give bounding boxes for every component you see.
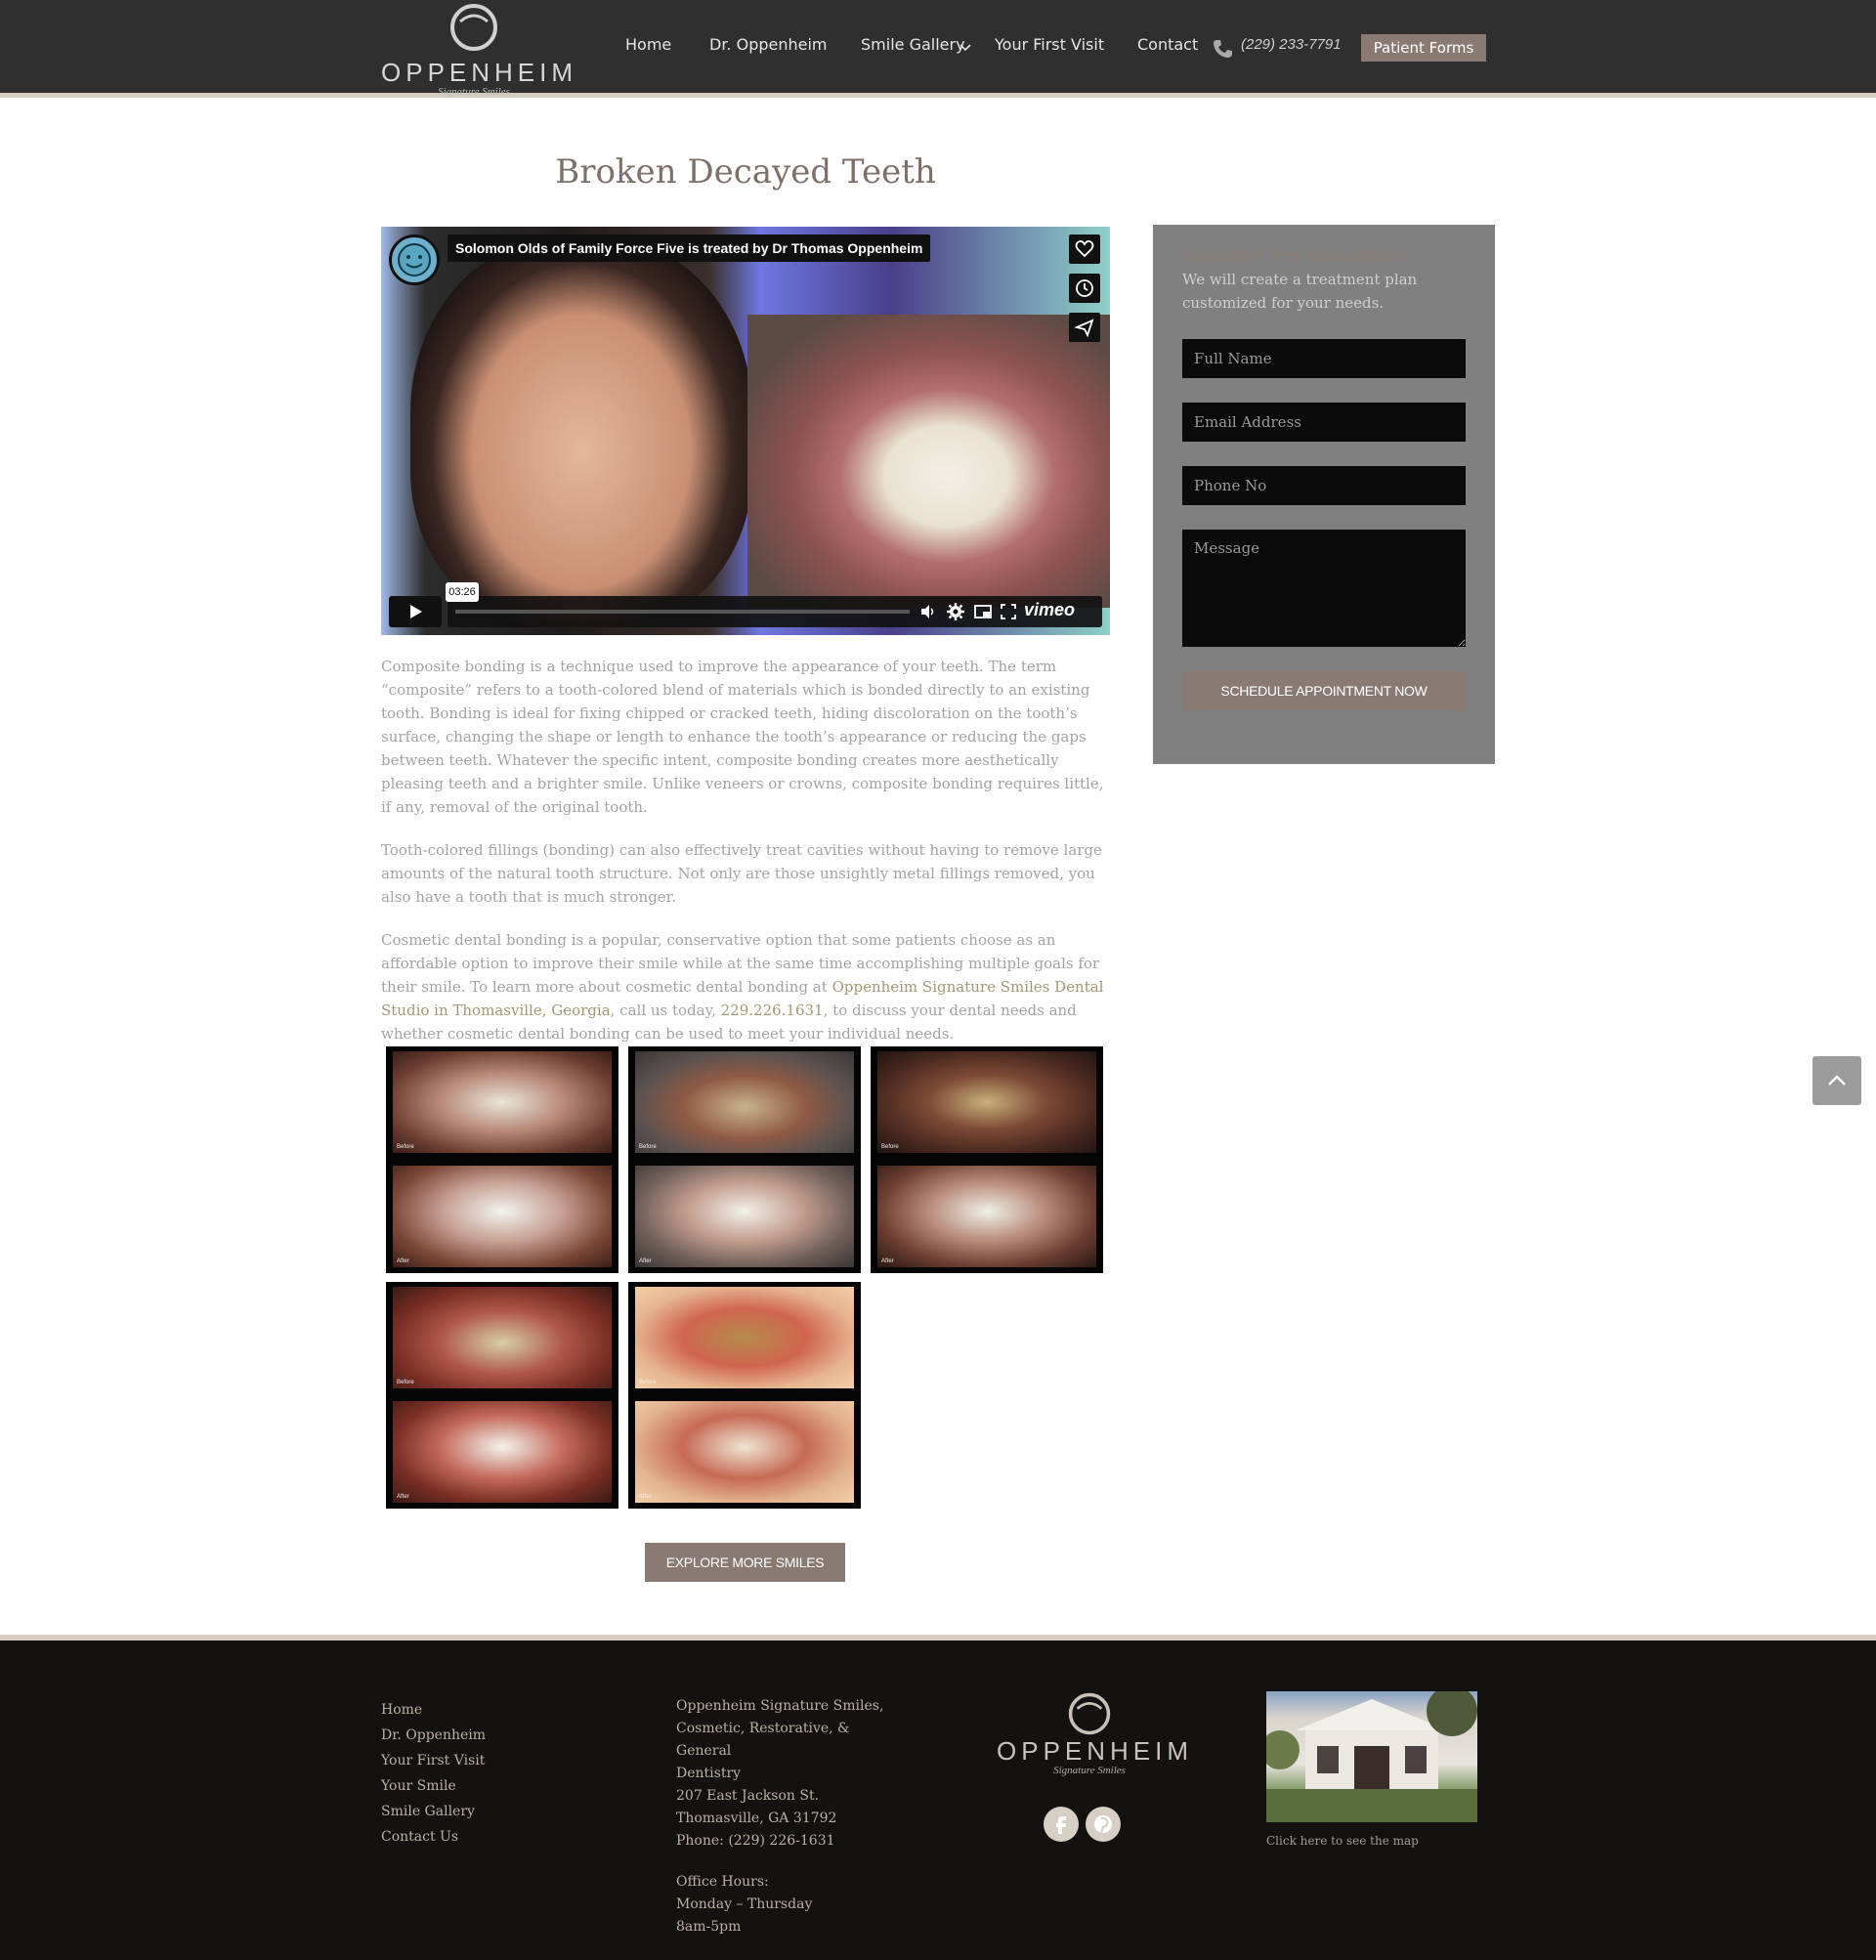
gallery-before: Before (877, 1051, 1096, 1153)
gallery-after: After (635, 1166, 854, 1267)
chevron-up-icon (1828, 1075, 1846, 1086)
footer-link-dr-oppenheim[interactable]: Dr. Oppenheim (381, 1723, 486, 1748)
logo-mark-icon (1068, 1692, 1111, 1735)
phone-field[interactable] (1182, 466, 1466, 505)
page-title: Broken Decayed Teeth (555, 152, 936, 192)
house-image (1260, 1685, 1477, 1822)
watch-later-clock-icon[interactable] (1069, 274, 1100, 303)
nav-dr-oppenheim[interactable]: Dr. Oppenheim (709, 35, 828, 54)
play-icon[interactable] (389, 596, 442, 627)
logo-name: OPPENHEIM (381, 58, 578, 87)
form-description: We will create a treatment plan customiz… (1182, 271, 1418, 312)
office-hours: Office Hours: (676, 1874, 769, 1890)
patient-forms-button[interactable]: Patient Forms (1361, 34, 1486, 62)
gallery-image-1[interactable]: Before After (386, 1046, 618, 1273)
video-title[interactable]: Solomon Olds of Family Force Five is tre… (448, 234, 931, 262)
pinterest-icon[interactable] (1086, 1807, 1121, 1842)
vimeo-logo[interactable]: vimeo (1024, 600, 1075, 620)
logo-tagline: Signature Smiles (438, 86, 510, 98)
footer-link-smile-gallery[interactable]: Smile Gallery (381, 1799, 486, 1824)
fullscreen-icon[interactable] (999, 602, 1018, 621)
gallery-after: After (877, 1166, 1096, 1267)
paragraph-cosmetic-bonding: Cosmetic dental bonding is a popular, co… (381, 931, 1104, 1043)
consultation-form: Schedule a Free Consultation We will cre… (1153, 225, 1495, 764)
progress-bar[interactable]: vimeo (448, 596, 1102, 627)
header-phone[interactable]: (229) 233-7791 (1241, 36, 1342, 53)
paragraph-tooth-colored-fillings: Tooth-colored fillings (bonding) can als… (381, 841, 1102, 906)
phone-icon (1214, 40, 1232, 58)
gallery-image-5[interactable]: Before After (628, 1282, 861, 1509)
gallery-before: Before (393, 1287, 612, 1388)
logo-name: OPPENHEIM (997, 1736, 1194, 1766)
form-title: Schedule a Free Consultation (1182, 246, 1403, 264)
like-heart-icon[interactable] (1069, 234, 1100, 264)
gallery-image-2[interactable]: Before After (628, 1046, 861, 1273)
footer-links: Home Dr. Oppenheim Your First Visit Your… (381, 1697, 486, 1850)
office-photo[interactable] (1260, 1685, 1477, 1822)
footer-link-first-visit[interactable]: Your First Visit (381, 1748, 486, 1773)
gallery-after: After (635, 1401, 854, 1503)
gallery-before: Before (635, 1287, 854, 1388)
footer-link-home[interactable]: Home (381, 1697, 486, 1723)
video-player[interactable]: Solomon Olds of Family Force Five is tre… (381, 227, 1110, 635)
progress-track[interactable] (455, 610, 910, 614)
site-footer: Home Dr. Oppenheim Your First Visit Your… (0, 1635, 1876, 1960)
footer-logo[interactable]: OPPENHEIM Signature Smiles (997, 1691, 1194, 1777)
volume-icon[interactable] (918, 602, 938, 621)
share-paper-plane-icon[interactable] (1069, 313, 1100, 342)
nav-first-visit[interactable]: Your First Visit (995, 35, 1104, 54)
gallery-image-3[interactable]: Before After (871, 1046, 1103, 1273)
picture-in-picture-icon[interactable] (973, 602, 993, 621)
gallery-image-4[interactable]: Before After (386, 1282, 618, 1509)
email-field[interactable] (1182, 403, 1466, 442)
video-frame-closeup (747, 315, 1110, 608)
explore-more-smiles-button[interactable]: EXPLORE MORE SMILES (645, 1543, 845, 1582)
full-name-field[interactable] (1182, 339, 1466, 378)
channel-avatar-icon[interactable] (389, 234, 440, 285)
gallery-before: Before (393, 1051, 612, 1153)
settings-gear-icon[interactable] (946, 602, 965, 621)
paragraph-composite-bonding: Composite bonding is a technique used to… (381, 658, 1104, 816)
nav-contact[interactable]: Contact (1137, 35, 1198, 54)
site-header: OPPENHEIM Signature Smiles Home Dr. Oppe… (0, 0, 1876, 98)
facebook-icon[interactable] (1044, 1807, 1079, 1842)
footer-link-your-smile[interactable]: Your Smile (381, 1773, 486, 1799)
map-link[interactable]: Click here to see the map (1266, 1834, 1419, 1848)
message-field[interactable] (1182, 530, 1466, 647)
nav-home[interactable]: Home (625, 35, 671, 54)
studio-phone-link[interactable]: 229.226.1631 (721, 1001, 824, 1019)
video-duration: 03:26 (446, 582, 479, 602)
gallery-after: After (393, 1166, 612, 1267)
scroll-to-top-button[interactable] (1812, 1056, 1861, 1105)
schedule-appointment-button[interactable]: SCHEDULE APPOINTMENT NOW (1182, 671, 1466, 710)
gallery-before: Before (635, 1051, 854, 1153)
logo-mark-icon (450, 4, 497, 51)
site-logo[interactable]: OPPENHEIM Signature Smiles (381, 2, 578, 98)
gallery-after: After (393, 1401, 612, 1503)
nav-smile-gallery[interactable]: Smile Gallery (861, 35, 965, 54)
logo-tagline: Signature Smiles (1053, 1765, 1126, 1776)
video-frame-face (410, 236, 752, 627)
footer-address: Oppenheim Signature Smiles, Cosmetic, Re… (676, 1695, 901, 1939)
footer-link-contact[interactable]: Contact Us (381, 1824, 486, 1850)
video-controls: vimeo (389, 596, 1102, 627)
chevron-down-icon[interactable] (959, 43, 971, 53)
